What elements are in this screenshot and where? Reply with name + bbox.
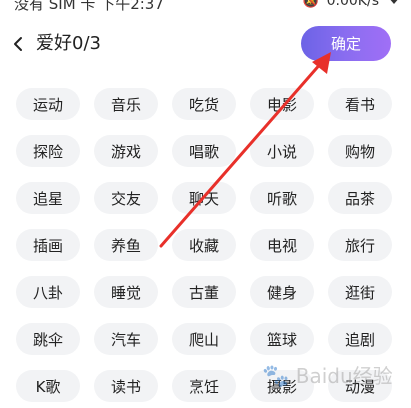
hobby-tag[interactable]: 交友: [94, 182, 158, 214]
hobby-tag[interactable]: 看书: [328, 88, 392, 120]
wifi-icon: [387, 0, 401, 9]
hobby-tag[interactable]: 养鱼: [94, 229, 158, 261]
hobby-tag[interactable]: 小说: [250, 135, 314, 167]
confirm-button[interactable]: 确定: [301, 26, 391, 61]
hobby-tag[interactable]: K歌: [16, 370, 80, 402]
chevron-left-icon[interactable]: [6, 32, 30, 56]
bell-mute-icon: 🔕: [302, 0, 319, 9]
status-right-group: 🔕 0.00K/s: [302, 0, 401, 9]
hobby-tag[interactable]: 运动: [16, 88, 80, 120]
hobby-tag[interactable]: 品茶: [328, 182, 392, 214]
hobby-tag[interactable]: 逛街: [328, 276, 392, 308]
status-bar: 没有 SIM 卡 下午2:37 🔕 0.00K/s: [0, 0, 411, 12]
hobby-tag[interactable]: 唱歌: [172, 135, 236, 167]
hobby-tag[interactable]: 插画: [16, 229, 80, 261]
hobby-tag-grid: 运动 音乐 吃货 电影 看书探险 游戏 唱歌 小说 购物追星 交友 聊天 听歌 品茶插画 养鱼 收藏 电视 旅行…: [16, 88, 396, 402]
hobby-tag[interactable]: 追剧: [328, 323, 392, 355]
hobby-tag[interactable]: 电影: [250, 88, 314, 120]
hobby-tag[interactable]: 追星: [16, 182, 80, 214]
hobby-tag[interactable]: 汽车: [94, 323, 158, 355]
hobby-tag[interactable]: 烹饪: [172, 370, 236, 402]
page-title: 爱好0/3: [36, 33, 101, 54]
hobby-tag[interactable]: 音乐: [94, 88, 158, 120]
hobby-tag[interactable]: 聊天: [172, 182, 236, 214]
hobby-tag[interactable]: 读书: [94, 370, 158, 402]
network-speed: 0.00K/s: [326, 0, 379, 9]
hobby-tag[interactable]: 听歌: [250, 182, 314, 214]
hobby-tag[interactable]: 篮球: [250, 323, 314, 355]
hobby-tag[interactable]: 古董: [172, 276, 236, 308]
hobby-tag[interactable]: 爬山: [172, 323, 236, 355]
hobby-tag[interactable]: 电视: [250, 229, 314, 261]
hobby-tag[interactable]: 八卦: [16, 276, 80, 308]
hobby-tag[interactable]: 跳伞: [16, 323, 80, 355]
hobby-tag[interactable]: 旅行: [328, 229, 392, 261]
hobby-tag[interactable]: 游戏: [94, 135, 158, 167]
hobby-tag[interactable]: 收藏: [172, 229, 236, 261]
hobby-tag[interactable]: 健身: [250, 276, 314, 308]
paw-icon: 🐾: [262, 364, 290, 389]
hobby-tag[interactable]: 购物: [328, 135, 392, 167]
watermark: 🐾 Baidu经验: [262, 360, 393, 389]
status-carrier: 没有 SIM 卡 下午2:37: [14, 0, 164, 12]
hobby-tag[interactable]: 探险: [16, 135, 80, 167]
hobby-tag[interactable]: 睡觉: [94, 276, 158, 308]
watermark-text: Baidu经验: [295, 364, 393, 388]
hobby-tag[interactable]: 吃货: [172, 88, 236, 120]
